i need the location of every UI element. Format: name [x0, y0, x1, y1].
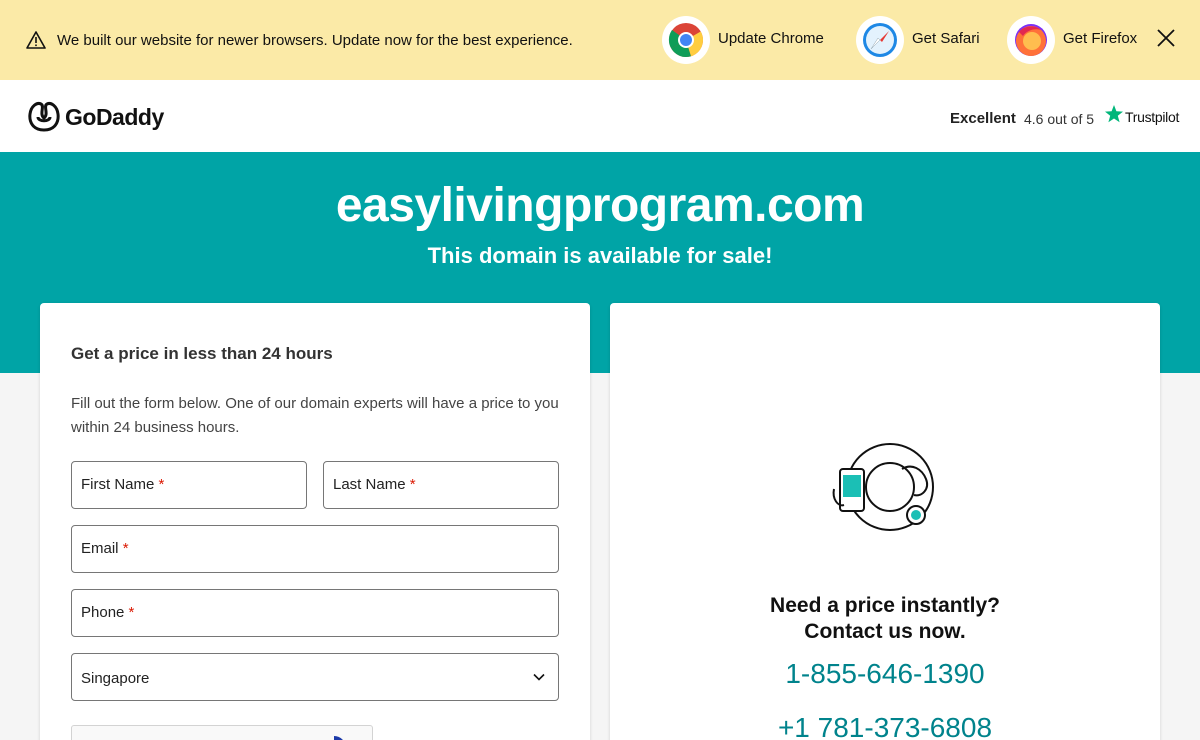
first-name-field[interactable]: First Name * [71, 461, 307, 509]
chrome-icon [662, 16, 710, 64]
email-label: Email * [81, 540, 129, 557]
form-title: Get a price in less than 24 hours [71, 344, 333, 363]
update-chrome-label: Update Chrome [718, 30, 824, 47]
rating-score: 4.6 out of 5 [1024, 111, 1095, 127]
firefox-icon [1007, 16, 1055, 64]
country-select[interactable]: Singapore [71, 653, 559, 701]
safari-icon [856, 16, 904, 64]
country-value: Singapore [81, 670, 150, 687]
contact-line-1: Need a price instantly? [770, 594, 1000, 617]
last-name-field[interactable]: Last Name * [323, 461, 559, 509]
chevron-down-icon [533, 673, 545, 681]
email-field[interactable]: Email * [71, 525, 559, 573]
phone-number-primary[interactable]: 1-855-646-1390 [610, 658, 1160, 690]
last-name-label: Last Name * [333, 476, 416, 493]
phone-label: Phone * [81, 604, 135, 621]
form-description: Fill out the form below. One of our doma… [71, 395, 559, 436]
get-firefox-label: Get Firefox [1063, 30, 1138, 47]
domain-title: easylivingprogram.com [335, 179, 865, 232]
first-name-label: First Name * [81, 476, 165, 493]
rating-word: Excellent [950, 110, 1016, 127]
warning-icon [26, 31, 46, 49]
close-icon[interactable] [1155, 27, 1177, 49]
brand-name: GoDaddy [65, 104, 164, 130]
phone-field[interactable]: Phone * [71, 589, 559, 637]
phone-timer-illustration [832, 443, 934, 531]
site-header: GoDaddy [0, 80, 1200, 152]
get-firefox-link[interactable]: Get Firefox [1007, 16, 1153, 64]
get-safari-link[interactable]: Get Safari [856, 16, 996, 64]
trustpilot-name: Trustpilot [1125, 109, 1180, 125]
phone-number-secondary[interactable]: +1 781-373-6808 [610, 712, 1160, 740]
banner-message: We built our website for newer browsers.… [57, 32, 573, 49]
recaptcha-icon [333, 736, 343, 740]
captcha-widget[interactable] [71, 725, 373, 740]
sale-subtitle: This domain is available for sale! [427, 243, 773, 268]
update-chrome-link[interactable]: Update Chrome [662, 16, 842, 64]
trustpilot-star-icon [1105, 105, 1123, 123]
get-safari-label: Get Safari [912, 30, 980, 47]
contact-card: Need a price instantly? Contact us now. … [610, 303, 1160, 740]
browser-update-banner: We built our website for newer browsers.… [0, 0, 1200, 80]
contact-line-2: Contact us now. [804, 620, 966, 643]
godaddy-mark-icon [28, 102, 60, 132]
price-request-form: Get a price in less than 24 hours Fill o… [40, 303, 590, 740]
